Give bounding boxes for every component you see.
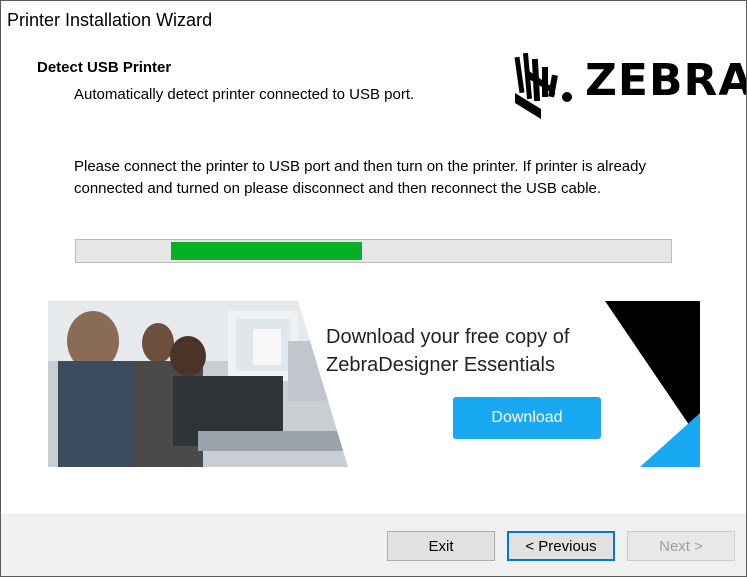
- button-bar: Exit < Previous Next >: [1, 514, 746, 576]
- banner-heading-line1: Download your free copy of: [326, 326, 570, 348]
- exit-button[interactable]: Exit: [387, 531, 495, 561]
- wizard-window: Printer Installation Wizard Detect USB P…: [0, 0, 747, 577]
- page-subtitle: Automatically detect printer connected t…: [74, 86, 415, 103]
- download-button[interactable]: Download: [453, 397, 601, 439]
- banner-corner-graphic: [605, 301, 700, 467]
- zebra-wordmark: ZEBRA: [585, 55, 747, 106]
- next-button[interactable]: Next >: [627, 531, 735, 561]
- zebra-head-icon: [514, 52, 572, 119]
- previous-button[interactable]: < Previous: [507, 531, 615, 561]
- page-title: Detect USB Printer: [37, 59, 172, 76]
- banner-heading: Download your free copy of ZebraDesigner…: [326, 323, 626, 379]
- banner-heading-line2: ZebraDesigner Essentials: [326, 354, 555, 376]
- instructions-text: Please connect the printer to USB port a…: [74, 158, 646, 197]
- title-bar: Printer Installation Wizard: [1, 1, 746, 41]
- office-photo-image: [48, 301, 368, 467]
- progress-fill: [171, 242, 362, 260]
- window-title: Printer Installation Wizard: [7, 10, 213, 30]
- progress-bar: [75, 239, 672, 263]
- promo-banner[interactable]: Download your free copy of ZebraDesigner…: [48, 301, 700, 467]
- zebra-logo: ZEBRA: [511, 49, 746, 121]
